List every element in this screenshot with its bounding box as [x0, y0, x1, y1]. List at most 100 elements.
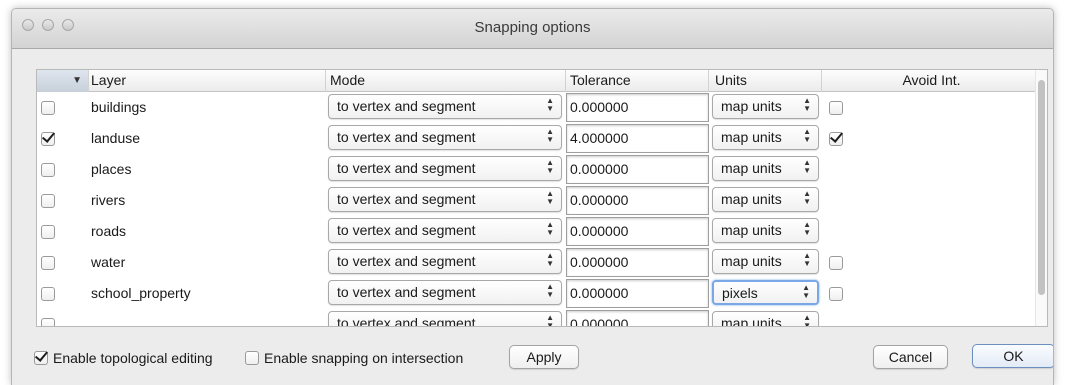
- up-down-arrows-icon: ▲ ▼: [546, 189, 554, 206]
- table-row[interactable]: school_property to vertex and segment ▲ ▼ 0.…: [37, 278, 1035, 309]
- units-select-value: map units: [721, 222, 782, 238]
- topological-editing-label: Enable topological editing: [53, 350, 213, 366]
- mode-select[interactable]: to vertex and segment ▲ ▼: [328, 125, 562, 150]
- mode-select-value: to vertex and segment: [337, 191, 476, 207]
- chevron-down-icon: ▼: [72, 75, 82, 86]
- units-select-value: map units: [721, 98, 782, 114]
- up-down-arrows-icon: ▲ ▼: [546, 127, 554, 144]
- up-down-arrows-icon: ▲ ▼: [803, 313, 811, 327]
- layer-name: places: [91, 161, 132, 177]
- topological-editing-checkbox[interactable]: [34, 351, 48, 365]
- layer-snapping-table: ▼ Layer Mode Tolerance Units Avoid Int. …: [36, 69, 1048, 327]
- up-down-arrows-icon: ▲ ▼: [803, 127, 811, 144]
- vertical-scrollbar[interactable]: [1035, 70, 1047, 326]
- tolerance-column-header[interactable]: Tolerance: [566, 70, 709, 92]
- units-column-header[interactable]: Units: [709, 70, 822, 92]
- topological-editing-option[interactable]: Enable topological editing: [34, 350, 213, 366]
- scrollbar-thumb[interactable]: [1038, 80, 1045, 295]
- units-select-value: map units: [721, 129, 782, 145]
- mode-column-header[interactable]: Mode: [326, 70, 566, 92]
- mode-select[interactable]: to vertex and segment ▲ ▼: [328, 187, 562, 212]
- units-select-value: map units: [721, 191, 782, 207]
- layer-name: landuse: [91, 130, 141, 146]
- units-select[interactable]: map units ▲ ▼: [712, 249, 819, 274]
- layer-enabled-checkbox[interactable]: [41, 101, 55, 115]
- units-select[interactable]: map units ▲ ▼: [712, 187, 819, 212]
- mode-select-value: to vertex and segment: [337, 160, 476, 176]
- sort-column-header[interactable]: ▼: [37, 70, 89, 92]
- layer-enabled-checkbox[interactable]: [41, 256, 55, 270]
- units-select-value: map units: [721, 160, 782, 176]
- avoid-intersections-column-header[interactable]: Avoid Int.: [822, 70, 1037, 92]
- layer-enabled-checkbox[interactable]: [41, 318, 55, 326]
- units-select[interactable]: map units ▲ ▼: [712, 125, 819, 150]
- mode-select[interactable]: to vertex and segment ▲ ▼: [328, 94, 562, 119]
- table-row[interactable]: landuse to vertex and segment ▲ ▼ 4.000000 ma…: [37, 123, 1035, 154]
- snap-intersection-label: Enable snapping on intersection: [264, 350, 464, 366]
- units-select[interactable]: map units ▲ ▼: [712, 156, 819, 181]
- table-row[interactable]: water to vertex and segment ▲ ▼ 0.000000 map …: [37, 247, 1035, 278]
- up-down-arrows-icon: ▲ ▼: [803, 220, 811, 237]
- table-row[interactable]: to vertex and segment ▲ ▼ 0.000000 map units…: [37, 309, 1035, 327]
- tolerance-input[interactable]: 0.000000: [566, 279, 709, 308]
- units-select[interactable]: map units ▲ ▼: [712, 218, 819, 243]
- tolerance-input[interactable]: 0.000000: [566, 186, 709, 215]
- snap-intersection-checkbox[interactable]: [245, 351, 259, 365]
- tolerance-input[interactable]: 0.000000: [566, 93, 709, 122]
- avoid-intersections-checkbox[interactable]: [829, 256, 843, 270]
- layer-name: water: [91, 254, 126, 270]
- cancel-button[interactable]: Cancel: [873, 345, 948, 369]
- tolerance-input[interactable]: 0.000000: [566, 310, 709, 326]
- up-down-arrows-icon: ▲ ▼: [546, 282, 554, 299]
- tolerance-input[interactable]: 4.000000: [566, 124, 709, 153]
- avoid-intersections-checkbox[interactable]: [829, 132, 843, 146]
- table-header: ▼ Layer Mode Tolerance Units Avoid Int.: [37, 70, 1047, 92]
- units-select-value: map units: [721, 253, 782, 269]
- dialog-footer: Enable topological editing Enable snappi…: [12, 339, 1053, 379]
- mode-select[interactable]: to vertex and segment ▲ ▼: [328, 156, 562, 181]
- table-row[interactable]: places to vertex and segment ▲ ▼ 0.000000 map…: [37, 154, 1035, 185]
- tolerance-input[interactable]: 0.000000: [566, 248, 709, 277]
- mode-select[interactable]: to vertex and segment ▲ ▼: [328, 280, 562, 305]
- up-down-arrows-icon: ▲ ▼: [546, 96, 554, 113]
- ok-button[interactable]: OK: [972, 344, 1053, 368]
- layer-enabled-checkbox[interactable]: [41, 163, 55, 177]
- tolerance-input[interactable]: 0.000000: [566, 217, 709, 246]
- mode-select-value: to vertex and segment: [337, 315, 476, 327]
- up-down-arrows-icon: ▲ ▼: [546, 251, 554, 268]
- tolerance-input[interactable]: 0.000000: [566, 155, 709, 184]
- layer-enabled-checkbox[interactable]: [41, 287, 55, 301]
- layer-enabled-checkbox[interactable]: [41, 194, 55, 208]
- mode-select-value: to vertex and segment: [337, 222, 476, 238]
- apply-button[interactable]: Apply: [509, 345, 579, 369]
- avoid-intersections-checkbox[interactable]: [829, 101, 843, 115]
- layer-enabled-checkbox[interactable]: [41, 132, 55, 146]
- window-title: Snapping options: [474, 19, 591, 36]
- up-down-arrows-icon: ▲ ▼: [802, 283, 810, 300]
- table-row[interactable]: roads to vertex and segment ▲ ▼ 0.000000 map …: [37, 216, 1035, 247]
- units-select[interactable]: map units ▲ ▼: [712, 311, 819, 327]
- title-bar: Snapping options: [12, 9, 1053, 49]
- table-row[interactable]: buildings to vertex and segment ▲ ▼ 0.000000…: [37, 92, 1035, 123]
- layer-name: roads: [91, 223, 127, 239]
- mode-select-value: to vertex and segment: [337, 253, 476, 269]
- up-down-arrows-icon: ▲ ▼: [803, 96, 811, 113]
- units-select[interactable]: pixels ▲ ▼: [712, 280, 819, 305]
- layer-enabled-checkbox[interactable]: [41, 225, 55, 239]
- units-select[interactable]: map units ▲ ▼: [712, 94, 819, 119]
- layer-column-header[interactable]: Layer: [89, 70, 326, 92]
- snapping-options-dialog: Snapping options ▼ Layer Mode Tolerance …: [11, 8, 1054, 385]
- mode-select[interactable]: to vertex and segment ▲ ▼: [328, 311, 562, 327]
- up-down-arrows-icon: ▲ ▼: [803, 189, 811, 206]
- up-down-arrows-icon: ▲ ▼: [803, 158, 811, 175]
- table-row[interactable]: rivers to vertex and segment ▲ ▼ 0.000000 map…: [37, 185, 1035, 216]
- mode-select[interactable]: to vertex and segment ▲ ▼: [328, 218, 562, 243]
- mode-select-value: to vertex and segment: [337, 284, 476, 300]
- up-down-arrows-icon: ▲ ▼: [546, 313, 554, 327]
- up-down-arrows-icon: ▲ ▼: [546, 220, 554, 237]
- layer-name: school_property: [91, 285, 191, 301]
- units-select-value: map units: [721, 315, 782, 327]
- snap-intersection-option[interactable]: Enable snapping on intersection: [245, 350, 463, 366]
- avoid-intersections-checkbox[interactable]: [829, 287, 843, 301]
- mode-select[interactable]: to vertex and segment ▲ ▼: [328, 249, 562, 274]
